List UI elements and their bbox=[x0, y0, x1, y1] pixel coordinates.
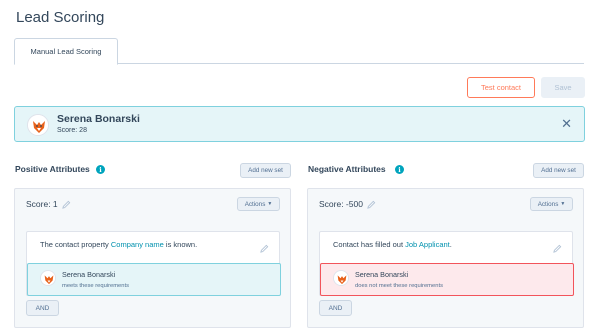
positive-attributes-section: Positive Attributes i Add new set Score:… bbox=[14, 158, 291, 328]
fox-avatar-icon bbox=[40, 270, 56, 286]
actions-label: Actions bbox=[244, 200, 266, 208]
positive-criteria-card: The contact property Company name is kno… bbox=[26, 231, 281, 296]
criteria-prefix: Contact has filled out bbox=[333, 240, 406, 249]
caret-down-icon: ▼ bbox=[267, 201, 273, 207]
close-icon[interactable]: ✕ bbox=[561, 116, 572, 132]
negative-and-button[interactable]: AND bbox=[319, 300, 352, 316]
pencil-icon[interactable] bbox=[260, 240, 269, 253]
tab-manual-lead-scoring[interactable]: Manual Lead Scoring bbox=[14, 38, 118, 65]
contact-banner: Serena Bonarski Score: 28 ✕ bbox=[14, 106, 585, 142]
negative-set-score: Score: -500 bbox=[319, 199, 363, 209]
fox-avatar-icon bbox=[333, 270, 349, 286]
negative-attributes-section: Negative Attributes i Add new set Score:… bbox=[307, 158, 584, 328]
contact-score: Score: 28 bbox=[57, 127, 87, 134]
positive-add-new-set-button[interactable]: Add new set bbox=[240, 163, 291, 178]
result-contact-name: Serena Bonarski bbox=[355, 270, 409, 279]
negative-set-card: Score: -500 Actions ▼ Contact has filled… bbox=[307, 188, 584, 328]
contact-name: Serena Bonarski bbox=[57, 113, 140, 125]
negative-add-new-set-button[interactable]: Add new set bbox=[533, 163, 584, 178]
pencil-icon[interactable] bbox=[61, 200, 71, 209]
criteria-suffix: . bbox=[449, 240, 452, 249]
positive-result-box: Serena Bonarski meets these requirements bbox=[27, 263, 281, 296]
positive-criteria-text: The contact property Company name is kno… bbox=[40, 240, 197, 249]
negative-result-box: Serena Bonarski does not meet these requ… bbox=[320, 263, 574, 296]
save-button[interactable]: Save bbox=[541, 77, 585, 98]
tab-bar: Manual Lead Scoring bbox=[14, 38, 584, 65]
actions-label: Actions bbox=[537, 200, 559, 208]
negative-criteria-card: Contact has filled out Job Applicant. Se… bbox=[319, 231, 574, 296]
positive-attributes-title: Positive Attributes bbox=[15, 164, 90, 174]
negative-attributes-title: Negative Attributes bbox=[308, 164, 386, 174]
negative-criteria-text: Contact has filled out Job Applicant. bbox=[333, 240, 452, 249]
positive-set-score: Score: 1 bbox=[26, 199, 58, 209]
pencil-icon[interactable] bbox=[553, 240, 562, 253]
negative-set-score-row: Score: -500 bbox=[319, 199, 376, 209]
positive-and-button[interactable]: AND bbox=[26, 300, 59, 316]
result-status: does not meet these requirements bbox=[355, 283, 443, 289]
criteria-property-link[interactable]: Company name bbox=[111, 240, 164, 249]
criteria-form-link[interactable]: Job Applicant bbox=[405, 240, 450, 249]
negative-attributes-header: Negative Attributes i Add new set bbox=[307, 158, 584, 184]
pencil-icon[interactable] bbox=[367, 200, 376, 209]
positive-actions-button[interactable]: Actions ▼ bbox=[237, 197, 280, 211]
page-title: Lead Scoring bbox=[16, 9, 105, 26]
positive-set-score-row: Score: 1 bbox=[26, 199, 71, 209]
positive-set-card: Score: 1 Actions ▼ The contact property … bbox=[14, 188, 291, 328]
caret-down-icon: ▼ bbox=[560, 201, 566, 207]
info-icon[interactable]: i bbox=[395, 165, 404, 174]
test-contact-button[interactable]: Test contact bbox=[467, 77, 535, 98]
positive-attributes-header: Positive Attributes i Add new set bbox=[14, 158, 291, 184]
criteria-prefix: The contact property bbox=[40, 240, 111, 249]
negative-actions-button[interactable]: Actions ▼ bbox=[530, 197, 573, 211]
info-icon[interactable]: i bbox=[96, 165, 105, 174]
fox-avatar-icon bbox=[27, 114, 49, 136]
criteria-suffix: is known. bbox=[163, 240, 198, 249]
result-contact-name: Serena Bonarski bbox=[62, 270, 116, 279]
result-status: meets these requirements bbox=[62, 283, 130, 289]
